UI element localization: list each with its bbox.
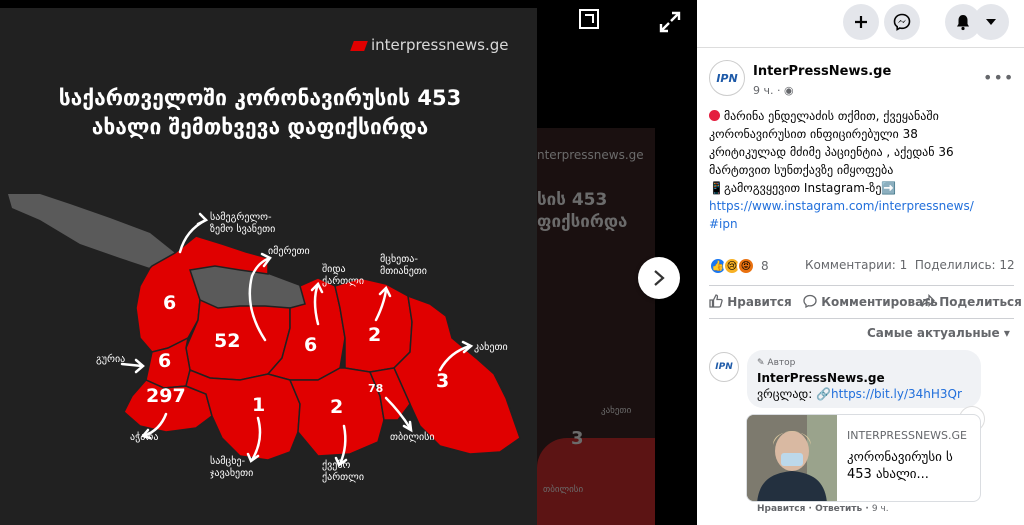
label-guria: გურია bbox=[96, 354, 126, 365]
south-ossetia-region bbox=[190, 266, 305, 308]
thumbs-up-icon bbox=[709, 294, 723, 308]
next-image-button[interactable] bbox=[638, 257, 680, 299]
caret-down-icon bbox=[986, 19, 996, 25]
label-kvemo-kartli: ქვემო ქართლი bbox=[322, 460, 364, 483]
action-bar: Нравится Комментировать Поделиться bbox=[709, 285, 1022, 319]
post-body: მარინა ენდელაძის თქმით, ქვეყანაში კორონა… bbox=[709, 109, 974, 231]
ghost-label: კახეთი bbox=[601, 406, 632, 416]
angry-reaction-icon: 😡 bbox=[737, 257, 755, 275]
comment-button[interactable]: Комментировать bbox=[803, 294, 938, 309]
label-samegrelo: სამეგრელო-ზემო სვანეთი bbox=[210, 212, 276, 235]
chevron-right-icon bbox=[654, 270, 665, 286]
page-name-link[interactable]: InterPressNews.ge bbox=[753, 64, 891, 79]
fullscreen-icon[interactable] bbox=[658, 10, 682, 40]
reaction-summary[interactable]: 👍 😢 😡 8 bbox=[709, 257, 769, 275]
reaction-count: 8 bbox=[761, 259, 769, 273]
value-tbilisi: 78 bbox=[368, 382, 384, 395]
preview-domain: INTERPRESSNEWS.GE bbox=[847, 429, 967, 442]
post-panel: IPN InterPressNews.ge 9 ч. · ◉ ••• მარინ… bbox=[697, 0, 1024, 525]
ghost-title-1: სის 453 bbox=[537, 190, 608, 210]
photo-viewer: nterpressnews.ge სის 453 ფიქსირდა კახეთი… bbox=[0, 0, 697, 525]
comment-bubble: ✎ Автор InterPressNews.ge ვრცლად: 🔗https… bbox=[747, 350, 981, 408]
post-stats[interactable]: Комментарии: 1 Поделились: 12 bbox=[805, 258, 1015, 272]
preview-thumbnail bbox=[747, 415, 837, 501]
comment-text: ვრცლად: 🔗https://bit.ly/34hH3Qr bbox=[757, 387, 962, 401]
red-circle-icon bbox=[709, 110, 720, 121]
messenger-icon bbox=[893, 13, 911, 31]
label-imereti: იმერეთი bbox=[268, 246, 310, 257]
value-kakheti: 3 bbox=[436, 370, 450, 392]
comment-footer: Нравится · Ответить · 9 ч. bbox=[757, 504, 889, 514]
plus-icon bbox=[855, 16, 867, 28]
author-badge: ✎ Автор bbox=[757, 358, 796, 368]
caret-down-icon: ▾ bbox=[1003, 326, 1010, 340]
instagram-link[interactable]: https://www.instagram.com/interpressnews… bbox=[709, 199, 974, 213]
comment-like-link[interactable]: Нравится bbox=[757, 504, 805, 514]
value-shida-kartli: 6 bbox=[304, 334, 318, 356]
messenger-button[interactable] bbox=[884, 4, 920, 40]
preview-title: კორონავირუსი ს 453 ახალი... bbox=[847, 450, 953, 482]
account-menu-button[interactable] bbox=[973, 4, 1009, 40]
post-timestamp[interactable]: 9 ч. · ◉ bbox=[753, 84, 794, 97]
label-mtskheta: მცხეთა-მთიანეთი bbox=[380, 254, 427, 277]
comment-icon bbox=[803, 294, 817, 309]
bitly-link[interactable]: https://bit.ly/34hH3Qr bbox=[831, 387, 962, 401]
comment-reply-link[interactable]: Ответить bbox=[815, 504, 862, 514]
value-mtskheta: 2 bbox=[368, 324, 382, 346]
value-samegrelo: 6 bbox=[163, 292, 177, 314]
label-tbilisi: თბილისი bbox=[390, 432, 435, 443]
value-imereti: 52 bbox=[214, 330, 241, 352]
georgia-map bbox=[8, 194, 521, 467]
ghost-label-2: თბილისი bbox=[543, 485, 584, 495]
comment-time[interactable]: 9 ч. bbox=[872, 504, 889, 514]
comment-sort-dropdown[interactable]: Самые актуальные ▾ bbox=[867, 326, 1010, 340]
ghost-num: 3 bbox=[571, 428, 584, 449]
more-options-icon[interactable]: ••• bbox=[983, 68, 1014, 87]
kakheti-region bbox=[393, 294, 521, 455]
value-adjara: 297 bbox=[146, 385, 186, 407]
value-kvemo-kartli: 2 bbox=[330, 396, 344, 418]
share-icon bbox=[921, 293, 935, 308]
share-button[interactable]: Поделиться bbox=[921, 293, 1022, 309]
value-samtskhe: 1 bbox=[252, 394, 266, 416]
value-guria: 6 bbox=[158, 350, 172, 372]
label-shida-kartli: შიდა ქართლი bbox=[322, 264, 364, 287]
like-button[interactable]: Нравится bbox=[709, 294, 792, 309]
top-bar bbox=[697, 0, 1024, 48]
ghost-domain: nterpressnews.ge bbox=[537, 148, 644, 162]
label-adjara: აჭარა bbox=[130, 432, 159, 443]
ghost-title-2: ფიქსირდა bbox=[537, 212, 628, 232]
tag-icon[interactable] bbox=[578, 8, 600, 36]
label-samtskhe: სამცხე-ჯავახეთი bbox=[210, 456, 254, 479]
create-button[interactable] bbox=[843, 4, 879, 40]
bell-icon bbox=[957, 15, 969, 31]
page-avatar[interactable]: IPN bbox=[709, 60, 745, 96]
link-preview-card[interactable]: INTERPRESSNEWS.GE კორონავირუსი ს 453 ახა… bbox=[746, 414, 981, 502]
pencil-icon: ✎ bbox=[757, 358, 765, 368]
commenter-avatar[interactable]: IPN bbox=[709, 352, 739, 382]
infographic: interpressnews.ge საქართველოში კორონავირ… bbox=[0, 8, 537, 525]
abkhazia-region bbox=[8, 194, 175, 268]
hashtag-link[interactable]: #ipn bbox=[709, 217, 738, 231]
commenter-name[interactable]: InterPressNews.ge bbox=[757, 371, 971, 385]
next-image-preview: nterpressnews.ge სის 453 ფიქსირდა კახეთი… bbox=[537, 128, 655, 525]
label-kakheti: კახეთი bbox=[474, 342, 508, 353]
globe-icon: ◉ bbox=[784, 84, 794, 97]
